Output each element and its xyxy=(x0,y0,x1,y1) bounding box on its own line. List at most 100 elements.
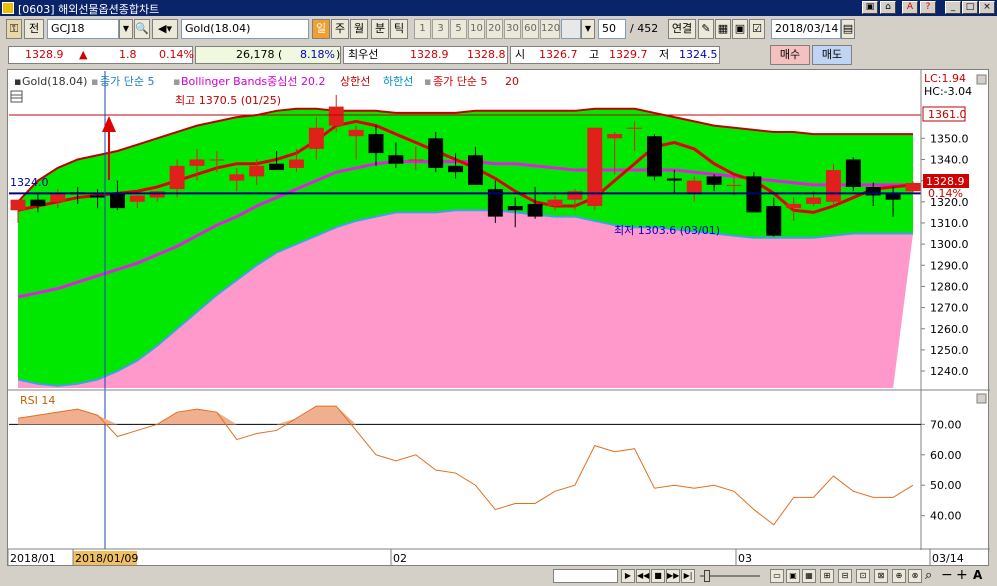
legend-gold[interactable]: Gold(18.04) xyxy=(22,75,87,88)
interval-60-button[interactable]: 60 xyxy=(522,19,539,39)
zoom-in-icon[interactable]: + xyxy=(956,567,968,583)
interval-5-button[interactable]: 5 xyxy=(450,19,467,39)
chart-svg[interactable]: 1350.01340.01330.01320.01310.01300.01290… xyxy=(7,70,990,567)
instrument-name: Gold(18.04) xyxy=(181,19,309,39)
chart-tool-icon[interactable]: ⊗ xyxy=(908,569,922,583)
candle-body xyxy=(169,165,185,190)
calendar-icon[interactable]: ▤ xyxy=(841,19,855,39)
search-icon[interactable]: 🔍 xyxy=(134,19,150,39)
volume-box: 26,178 ( 8.18% ) xyxy=(195,46,341,64)
period-minute-button[interactable]: 분 xyxy=(371,19,389,39)
candle-body xyxy=(189,159,205,166)
period-tick-button[interactable]: 틱 xyxy=(390,19,408,39)
close-button[interactable]: × xyxy=(979,1,995,14)
scroll-end-icon[interactable]: ▶| xyxy=(681,569,695,583)
price-tick-label: 1340.0 xyxy=(930,153,969,166)
minimize-button[interactable]: _ xyxy=(945,1,961,14)
interval-dropdown-icon[interactable]: ▼ xyxy=(581,19,595,39)
fast-forward-icon[interactable]: ▶▶ xyxy=(666,569,680,583)
best-quote-label: 최우선 xyxy=(348,48,379,61)
volume: 26,178 ( xyxy=(236,48,283,61)
all-button[interactable]: 전 xyxy=(24,19,44,39)
rsi-close-icon[interactable] xyxy=(976,393,987,404)
price-tick-label: 1260.0 xyxy=(930,323,969,336)
chart-tool-icon[interactable]: ⊠ xyxy=(874,569,888,583)
interval-20-button[interactable]: 20 xyxy=(486,19,503,39)
chart-tool-icon[interactable]: ▭ xyxy=(770,569,784,583)
sell-button[interactable]: 매도 xyxy=(812,45,852,65)
pdf-icon[interactable]: A xyxy=(902,1,918,14)
last-change-pct: 0.14% xyxy=(928,187,963,200)
scroll-start-icon[interactable]: ▶ xyxy=(621,569,635,583)
maximize-button[interactable]: □ xyxy=(962,1,978,14)
interval-custom-input[interactable] xyxy=(561,19,581,39)
tools-icon[interactable]: ✎ xyxy=(698,19,714,39)
price-tick-label: 1250.0 xyxy=(930,344,969,357)
candle-body xyxy=(666,178,682,181)
interval-10-button[interactable]: 10 xyxy=(468,19,485,39)
chart-tool-icon[interactable]: ⊟ xyxy=(838,569,852,583)
chart-tool-icon[interactable]: ▣ xyxy=(786,569,800,583)
candle-body xyxy=(50,194,66,202)
lock-icon[interactable]: ⌂ xyxy=(880,1,896,14)
current-price: 1328.9 xyxy=(25,48,64,61)
date-input[interactable]: 2018/03/14 xyxy=(771,19,841,39)
interval-1-button[interactable]: 1 xyxy=(414,19,431,39)
toolbar: ⚿ 전 GCJ18 ▼ 🔍 ◀▾ Gold(18.04) 일 주 월 분 틱 1… xyxy=(0,16,997,42)
legend-upper[interactable]: 상한선 xyxy=(340,75,370,88)
symbol-dropdown-icon[interactable]: ▼ xyxy=(119,19,133,39)
candle-body xyxy=(149,191,165,198)
interval-3-button[interactable]: 3 xyxy=(432,19,449,39)
legend-bollinger[interactable]: Bollinger Bands중심선 20.2 xyxy=(181,75,326,88)
save-window-icon[interactable]: ▣ xyxy=(862,1,878,14)
calendar-check-icon[interactable]: ☑ xyxy=(749,19,765,39)
legend-ma5[interactable]: 종가 단순 5 xyxy=(100,75,154,88)
chart-tool-icon[interactable]: ⊞ xyxy=(820,569,834,583)
period-day-button[interactable]: 일 xyxy=(312,19,330,39)
grid-icon[interactable]: ▦ xyxy=(715,19,731,39)
chart-tool-icon[interactable]: ▦ xyxy=(802,569,816,583)
hc-readout: HC:-3.04 xyxy=(924,85,972,98)
high-annotation: 최고 1370.5 (01/25) xyxy=(175,94,281,107)
price-close-icon[interactable] xyxy=(976,74,987,85)
zoom-out-icon[interactable]: − xyxy=(941,567,953,583)
lock-icon[interactable]: ⚿ xyxy=(6,19,22,39)
legend-gold-icon: ▪ xyxy=(14,75,21,88)
stop-icon[interactable]: ■ xyxy=(651,569,665,583)
candle-body xyxy=(786,203,802,209)
period-month-button[interactable]: 월 xyxy=(350,19,368,39)
candle-body xyxy=(229,174,245,181)
link-button[interactable]: 연결 xyxy=(668,19,696,39)
rsi-label: RSI 14 xyxy=(20,394,55,407)
best-ask: 1328.8 xyxy=(467,48,506,61)
best-quote-box: 최우선 1328.9 1328.8 xyxy=(343,46,508,64)
interval-120-button[interactable]: 120 xyxy=(540,19,560,39)
legend-bullet-icon: ▪ xyxy=(173,75,180,88)
price-tick-label: 1240.0 xyxy=(930,365,969,378)
image-icon[interactable]: ▣ xyxy=(732,19,748,39)
rsi-tick-label: 70.00 xyxy=(930,418,962,431)
interval-30-button[interactable]: 30 xyxy=(504,19,521,39)
legend-ma20[interactable]: 종가 단순 5 xyxy=(433,75,487,88)
rewind-icon[interactable]: ◀◀ xyxy=(636,569,650,583)
count-input[interactable]: 50 xyxy=(598,19,626,39)
rsi-overbought-fill xyxy=(18,406,913,425)
candle-body xyxy=(686,180,702,194)
chart-panel[interactable]: 1350.01340.01330.01320.01310.01300.01290… xyxy=(7,69,990,567)
bottom-bar: ▶ ◀◀ ■ ▶▶ ▶| ▭ ▣ ▦ ⊞ ⊟ ⊡ ⊠ ⊕ ⊗ ⌕ − + A xyxy=(0,567,997,586)
chart-tool-icon[interactable]: ⊕ xyxy=(892,569,906,583)
zoom-icon[interactable]: ⌕ xyxy=(925,568,932,583)
period-week-button[interactable]: 주 xyxy=(331,19,349,39)
chart-tool-icon[interactable]: ⊡ xyxy=(856,569,870,583)
sound-icon[interactable]: ◀▾ xyxy=(152,19,178,39)
legend-lower[interactable]: 하한선 xyxy=(383,74,413,88)
symbol-input[interactable]: GCJ18 xyxy=(47,19,119,39)
zoom-slider-thumb[interactable] xyxy=(704,570,710,582)
table-icon[interactable] xyxy=(10,90,23,103)
scrollbar-track[interactable] xyxy=(553,569,618,583)
buy-button[interactable]: 매수 xyxy=(770,45,810,65)
help-icon[interactable]: ? xyxy=(920,1,936,14)
candle-body xyxy=(766,206,782,236)
high-label: 고 xyxy=(589,48,600,61)
font-size-icon[interactable]: A xyxy=(973,568,982,582)
